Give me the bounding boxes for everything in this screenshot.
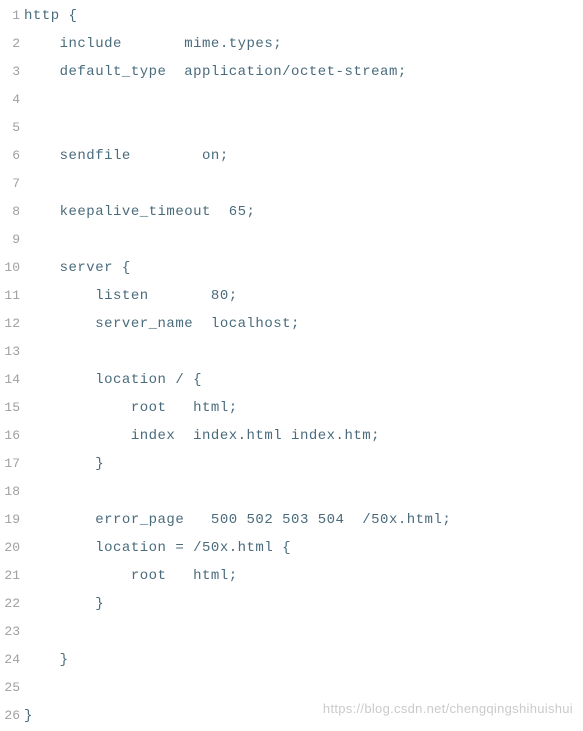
code-line: 10 server { xyxy=(0,254,583,282)
code-line: 21 root html; xyxy=(0,562,583,590)
line-number: 21 xyxy=(0,562,24,590)
code-line: 17 } xyxy=(0,450,583,478)
code-text: http { xyxy=(24,2,77,30)
code-line: 2 include mime.types; xyxy=(0,30,583,58)
code-line: 13 xyxy=(0,338,583,366)
code-text: error_page 500 502 503 504 /50x.html; xyxy=(24,506,451,534)
code-text: server_name localhost; xyxy=(24,310,300,338)
code-line: 23 xyxy=(0,618,583,646)
code-line: 12 server_name localhost; xyxy=(0,310,583,338)
line-number: 10 xyxy=(0,254,24,282)
line-number: 23 xyxy=(0,618,24,646)
code-text: keepalive_timeout 65; xyxy=(24,198,255,226)
code-line: 4 xyxy=(0,86,583,114)
code-line: 20 location = /50x.html { xyxy=(0,534,583,562)
line-number: 9 xyxy=(0,226,24,254)
line-number: 2 xyxy=(0,30,24,58)
code-line: 16 index index.html index.htm; xyxy=(0,422,583,450)
code-line: 8 keepalive_timeout 65; xyxy=(0,198,583,226)
code-line: 11 listen 80; xyxy=(0,282,583,310)
line-number: 11 xyxy=(0,282,24,310)
code-text: server { xyxy=(24,254,131,282)
line-number: 6 xyxy=(0,142,24,170)
code-line: 1http { xyxy=(0,2,583,30)
line-number: 17 xyxy=(0,450,24,478)
code-text: } xyxy=(24,702,33,730)
line-number: 8 xyxy=(0,198,24,226)
line-number: 18 xyxy=(0,478,24,506)
code-text: include mime.types; xyxy=(24,30,282,58)
line-number: 1 xyxy=(0,2,24,30)
line-number: 3 xyxy=(0,58,24,86)
code-line: 5 xyxy=(0,114,583,142)
line-number: 19 xyxy=(0,506,24,534)
line-number: 24 xyxy=(0,646,24,674)
code-line: 25 xyxy=(0,674,583,702)
code-block: 1http { 2 include mime.types; 3 default_… xyxy=(0,0,583,730)
code-text: } xyxy=(24,646,69,674)
line-number: 16 xyxy=(0,422,24,450)
line-number: 26 xyxy=(0,702,24,730)
code-line: 7 xyxy=(0,170,583,198)
line-number: 15 xyxy=(0,394,24,422)
code-text: listen 80; xyxy=(24,282,238,310)
code-text: root html; xyxy=(24,562,238,590)
code-text: } xyxy=(24,590,104,618)
code-text: index index.html index.htm; xyxy=(24,422,380,450)
code-text: location = /50x.html { xyxy=(24,534,291,562)
code-line: 18 xyxy=(0,478,583,506)
line-number: 25 xyxy=(0,674,24,702)
code-line: 9 xyxy=(0,226,583,254)
code-text: sendfile on; xyxy=(24,142,229,170)
code-text: default_type application/octet-stream; xyxy=(24,58,407,86)
code-text: root html; xyxy=(24,394,238,422)
code-line: 15 root html; xyxy=(0,394,583,422)
line-number: 13 xyxy=(0,338,24,366)
line-number: 22 xyxy=(0,590,24,618)
code-line: 22 } xyxy=(0,590,583,618)
code-line: 26} xyxy=(0,702,583,730)
code-line: 14 location / { xyxy=(0,366,583,394)
code-text: } xyxy=(24,450,104,478)
code-line: 3 default_type application/octet-stream; xyxy=(0,58,583,86)
line-number: 12 xyxy=(0,310,24,338)
code-line: 19 error_page 500 502 503 504 /50x.html; xyxy=(0,506,583,534)
line-number: 14 xyxy=(0,366,24,394)
code-line: 6 sendfile on; xyxy=(0,142,583,170)
line-number: 7 xyxy=(0,170,24,198)
line-number: 5 xyxy=(0,114,24,142)
code-text: location / { xyxy=(24,366,202,394)
code-line: 24 } xyxy=(0,646,583,674)
line-number: 20 xyxy=(0,534,24,562)
line-number: 4 xyxy=(0,86,24,114)
